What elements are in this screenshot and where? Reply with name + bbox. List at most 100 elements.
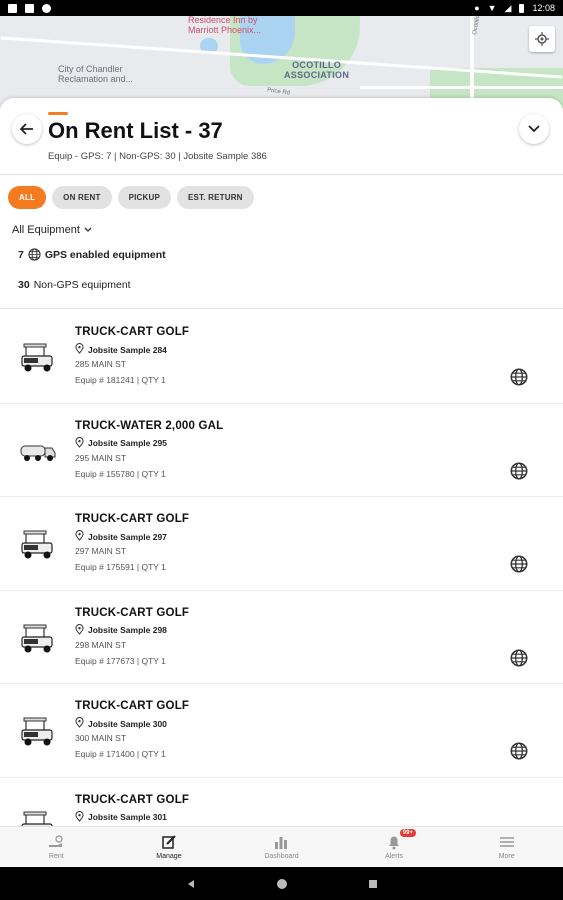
chevron-down-icon xyxy=(84,227,92,232)
jobsite-line: Jobsite Sample 284 xyxy=(75,343,167,356)
divider xyxy=(0,308,563,309)
jobsite-line: Jobsite Sample 297 xyxy=(75,530,167,543)
bottom-nav: Rent Manage Dashboard 99+ Alerts More xyxy=(0,826,563,867)
jobsite-address: 285 MAIN ST xyxy=(75,359,127,369)
page-title: On Rent List - 37 xyxy=(48,118,223,143)
chip-pickup[interactable]: PICKUP xyxy=(117,186,171,209)
equipment-name: TRUCK-CART GOLF xyxy=(75,793,190,806)
gps-label: GPS enabled equipment xyxy=(44,248,166,261)
equipment-name: TRUCK-CART GOLF xyxy=(75,513,190,525)
system-nav-bar xyxy=(0,867,563,900)
globe-icon[interactable] xyxy=(510,555,528,573)
globe-icon xyxy=(28,248,41,261)
manage-icon xyxy=(162,835,176,849)
jobsite-name: Jobsite Sample 297 xyxy=(88,531,167,542)
alerts-badge: 99+ xyxy=(399,829,416,837)
gps-count-line: 7 GPS enabled equipment xyxy=(18,248,166,261)
jobsite-line: Jobsite Sample 300 xyxy=(75,717,167,730)
home-circle-icon[interactable] xyxy=(276,878,288,890)
equipment-row[interactable]: TRUCK-CART GOLF Jobsite Sample 301 xyxy=(0,778,563,826)
nav-rent-label: Rent xyxy=(48,853,64,860)
map-pin-icon xyxy=(75,810,84,824)
menu-icon xyxy=(499,837,514,847)
my-location-button[interactable] xyxy=(529,26,555,52)
non-gps-count: 30 xyxy=(18,279,30,291)
equipment-name: TRUCK-WATER 2,000 GAL xyxy=(75,419,224,432)
filter-chips: ALL ON RENT PICKUP EST. RETURN xyxy=(8,186,254,209)
equipment-list: TRUCK-CART GOLF Jobsite Sample 284 285 MAI… xyxy=(0,310,563,826)
battery-icon xyxy=(519,3,525,13)
jobsite-line: Jobsite Sample 295 xyxy=(75,436,167,450)
globe-icon[interactable] xyxy=(510,368,528,386)
map-road-label: Ocotillo Dr xyxy=(471,16,483,36)
equipment-row[interactable]: TRUCK-WATER 2,000 GAL Jobsite Sample 295 2… xyxy=(0,404,563,497)
back-button[interactable] xyxy=(12,114,42,144)
jobsite-address: 295 MAIN ST xyxy=(75,452,127,463)
sheet-handle[interactable] xyxy=(48,112,68,115)
jobsite-name: Jobsite Sample 295 xyxy=(88,438,167,448)
equipment-name: TRUCK-CART GOLF xyxy=(75,606,190,619)
arrow-left-icon xyxy=(20,123,33,135)
clock: 12:08 xyxy=(532,3,555,13)
water-truck-icon xyxy=(18,436,58,468)
map-pin-icon xyxy=(75,436,84,450)
nav-more[interactable]: More xyxy=(450,827,563,867)
nav-alerts[interactable]: 99+ Alerts xyxy=(338,827,451,867)
equipment-number: Equip # 177673 | QTY 1 xyxy=(75,655,166,666)
jobsite-line: Jobsite Sample 298 xyxy=(75,623,167,637)
page-subtitle: Equip - GPS: 7 | Non-GPS: 30 | Jobsite S… xyxy=(48,151,267,162)
equipment-row[interactable]: TRUCK-CART GOLF Jobsite Sample 297 297 MAI… xyxy=(0,497,563,591)
equipment-row[interactable]: TRUCK-CART GOLF Jobsite Sample 284 285 MAI… xyxy=(0,310,563,404)
chip-all[interactable]: ALL xyxy=(8,186,47,209)
golf-cart-icon xyxy=(18,623,58,655)
map-pin-icon xyxy=(75,530,84,543)
nav-manage[interactable]: Manage xyxy=(113,827,226,867)
gps-count: 7 xyxy=(18,248,24,261)
equipment-row[interactable]: TRUCK-CART GOLF Jobsite Sample 298 298 MAI… xyxy=(0,591,563,684)
nav-dashboard[interactable]: Dashboard xyxy=(225,827,338,867)
on-rent-sheet: On Rent List - 37 Equip - GPS: 7 | Non-G… xyxy=(0,98,563,826)
equipment-filter-select[interactable]: All Equipment xyxy=(12,224,92,236)
map-view[interactable]: Residence Inn by Marriott Phoenix... Cit… xyxy=(0,16,563,108)
recents-square-icon[interactable] xyxy=(368,879,378,889)
jobsite-name: Jobsite Sample 300 xyxy=(88,718,167,729)
chevron-down-icon xyxy=(528,125,540,133)
crosshair-icon xyxy=(535,32,549,46)
equipment-number: Equip # 171400 | QTY 1 xyxy=(75,749,166,759)
status-bar: ● ▼ ◢ 12:08 xyxy=(0,0,563,16)
non-gps-label: Non-GPS equipment xyxy=(33,279,131,291)
golf-cart-icon xyxy=(18,342,58,374)
location-icon: ● xyxy=(474,3,480,13)
jobsite-address: 297 MAIN ST xyxy=(75,546,127,556)
equipment-number: Equip # 155780 | QTY 1 xyxy=(75,468,166,479)
signal-icon: ◢ xyxy=(504,2,512,13)
map-poi-label: Residence Inn by Marriott Phoenix... xyxy=(188,16,262,35)
map-road xyxy=(360,86,563,89)
map-place-label: OCOTILLO ASSOCIATION xyxy=(284,60,350,80)
divider xyxy=(0,174,563,175)
map-pin-icon xyxy=(75,343,84,356)
jobsite-name: Jobsite Sample 298 xyxy=(88,625,167,635)
nav-rent[interactable]: Rent xyxy=(0,827,113,867)
wifi-icon: ▼ xyxy=(487,3,497,13)
globe-icon[interactable] xyxy=(510,462,528,480)
chip-est-return[interactable]: EST. RETURN xyxy=(177,186,254,209)
back-triangle-icon[interactable] xyxy=(186,879,196,889)
map-pin-icon xyxy=(75,717,84,730)
jobsite-address: 300 MAIN ST xyxy=(75,733,127,743)
jobsite-name: Jobsite Sample 284 xyxy=(88,344,167,355)
golf-cart-icon xyxy=(18,810,58,826)
non-gps-count-line: 30 Non-GPS equipment xyxy=(18,279,131,291)
equipment-row[interactable]: TRUCK-CART GOLF Jobsite Sample 300 300 MAI… xyxy=(0,684,563,778)
notification-icon xyxy=(8,3,17,13)
bell-icon xyxy=(389,836,400,850)
collapse-button[interactable] xyxy=(519,114,549,144)
globe-icon[interactable] xyxy=(510,742,528,760)
nav-manage-label: Manage xyxy=(156,853,182,860)
map-road-label: Price Rd xyxy=(266,87,291,97)
equipment-name: TRUCK-CART GOLF xyxy=(75,700,190,712)
globe-icon[interactable] xyxy=(510,649,528,667)
map-pin-icon xyxy=(75,623,84,637)
chip-on-rent[interactable]: ON RENT xyxy=(52,186,112,209)
nav-dashboard-label: Dashboard xyxy=(264,853,299,860)
